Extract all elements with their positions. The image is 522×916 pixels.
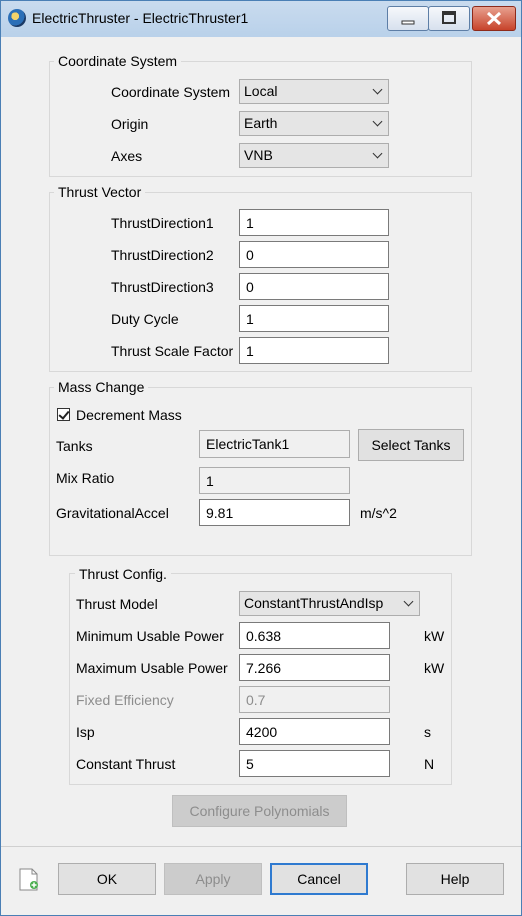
thrust-scale-factor-field[interactable]: 1 [239,337,389,364]
mix-ratio-label: Mix Ratio [56,470,115,486]
duty-cycle-field[interactable]: 1 [239,305,389,332]
gravitational-accel-unit: m/s^2 [360,505,397,521]
cancel-button[interactable]: Cancel [270,863,368,895]
fixed-efficiency-field: 0.7 [239,686,390,713]
footer-separator [1,846,521,847]
constant-thrust-label: Constant Thrust [76,756,176,772]
configure-polynomials-button[interactable]: Configure Polynomials [172,795,347,827]
gravitational-accel-label: GravitationalAccel [56,505,169,521]
axes-select-value: VNB [244,147,273,163]
duty-cycle-label: Duty Cycle [111,311,179,327]
axes-label: Axes [111,148,143,164]
maximum-usable-power-field[interactable]: 7.266 [239,654,390,681]
tanks-field[interactable]: ElectricTank1 [199,430,350,458]
isp-label: Isp [76,724,95,740]
coordinate-system-select[interactable]: Local [239,79,389,104]
thrust-config-group-label: Thrust Config. [75,566,171,582]
maximum-usable-power-label: Maximum Usable Power [76,660,228,676]
minimum-usable-power-unit: kW [424,628,445,644]
new-document-icon [19,868,38,891]
gravitational-accel-field[interactable]: 9.81 [199,499,350,526]
tanks-label: Tanks [56,438,93,454]
window-title: ElectricThruster - ElectricThruster1 [32,10,249,26]
isp-field[interactable]: 4200 [239,718,390,745]
minimize-icon [401,20,415,25]
decrement-mass-checkbox[interactable] [57,408,70,421]
thrust-model-select[interactable]: ConstantThrustAndIsp [239,591,420,616]
help-button[interactable]: Help [406,863,504,895]
chevron-down-icon [372,84,383,95]
thrust-direction3-label: ThrustDirection3 [111,279,214,295]
thrust-direction2-field[interactable]: 0 [239,241,389,268]
fixed-efficiency-label: Fixed Efficiency [76,692,174,708]
apply-button[interactable]: Apply [164,863,262,895]
ok-button[interactable]: OK [58,863,156,895]
origin-select[interactable]: Earth [239,111,389,136]
coordinate-system-select-value: Local [244,83,278,99]
thrust-model-label: Thrust Model [76,596,158,612]
check-icon [58,408,70,420]
isp-unit: s [424,724,431,740]
select-tanks-button[interactable]: Select Tanks [358,429,464,461]
thrust-vector-group-label: Thrust Vector [54,184,146,200]
thrust-direction1-field[interactable]: 1 [239,209,389,236]
decrement-mass-label[interactable]: Decrement Mass [76,407,182,423]
thrust-direction1-label: ThrustDirection1 [111,215,214,231]
maximum-usable-power-unit: kW [424,660,445,676]
minimum-usable-power-label: Minimum Usable Power [76,628,224,644]
mix-ratio-field[interactable]: 1 [199,467,350,494]
coordinate-system-group-label: Coordinate System [54,53,182,69]
thrust-model-select-value: ConstantThrustAndIsp [244,595,384,611]
chevron-down-icon [372,148,383,159]
close-button[interactable] [472,6,516,31]
maximize-button[interactable] [428,6,470,31]
origin-select-value: Earth [244,115,278,131]
thrust-scale-factor-label: Thrust Scale Factor [111,343,234,359]
close-icon [486,11,502,26]
constant-thrust-unit: N [424,756,435,772]
thrust-direction2-label: ThrustDirection2 [111,247,214,263]
minimum-usable-power-field[interactable]: 0.638 [239,622,390,649]
constant-thrust-field[interactable]: 5 [239,750,390,777]
minimize-button[interactable] [387,6,429,31]
coordinate-system-label: Coordinate System [111,84,231,100]
thrust-direction3-field[interactable]: 0 [239,273,389,300]
mass-change-group-label: Mass Change [54,379,149,395]
chevron-down-icon [372,116,383,127]
maximize-icon [442,11,456,24]
axes-select[interactable]: VNB [239,143,389,168]
chevron-down-icon [403,596,414,607]
globe-icon [8,9,26,27]
origin-label: Origin [111,116,149,132]
script-button[interactable] [18,868,40,892]
